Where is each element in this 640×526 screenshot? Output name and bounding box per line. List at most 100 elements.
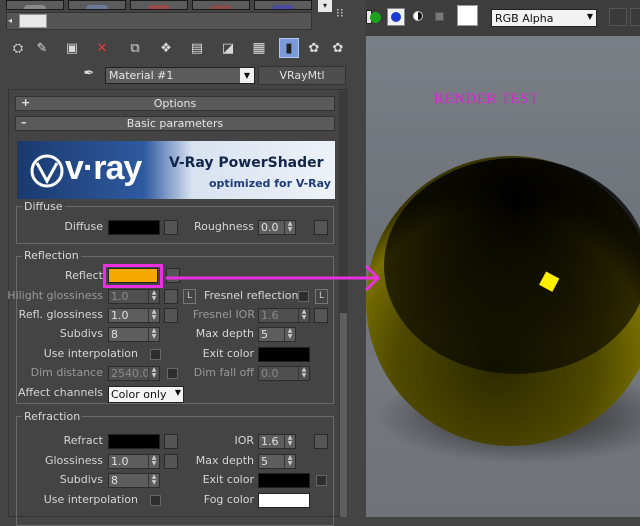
monochrome-icon[interactable] xyxy=(435,12,444,21)
channel-dropdown[interactable]: RGB Alpha ▼ xyxy=(491,9,597,27)
sample-slot-3[interactable] xyxy=(130,0,188,10)
options-rollout-header[interactable]: + Options xyxy=(15,96,335,111)
side-toolbar-arrow[interactable]: ▾ xyxy=(318,0,332,12)
ior-label: IOR xyxy=(234,434,254,447)
reflection-exit-color-swatch[interactable] xyxy=(258,347,310,362)
put-to-library-icon[interactable]: ▤ xyxy=(187,38,207,58)
diffuse-group-title: Diffuse xyxy=(22,200,65,213)
copy-material-icon[interactable]: ⧉ xyxy=(125,38,145,58)
refraction-group-title: Refraction xyxy=(22,410,83,423)
ior-spinner[interactable]: 1.6 ▲ ▼ xyxy=(258,434,296,449)
fresnel-ior-map-button[interactable] xyxy=(314,308,328,323)
material-id-icon[interactable]: ◪ xyxy=(218,38,238,58)
fog-color-swatch[interactable] xyxy=(258,493,310,508)
refraction-exit-color-swatch[interactable] xyxy=(258,473,310,488)
channel-value: RGB Alpha xyxy=(495,12,554,25)
hilight-map-button[interactable] xyxy=(164,289,178,304)
vray-banner: v·ray V-Ray PowerShader optimized for V-… xyxy=(17,141,335,199)
basic-parameters-rollout-header[interactable]: – Basic parameters xyxy=(15,116,335,131)
refraction-max-depth-spinner[interactable]: 5 ▲ ▼ xyxy=(258,454,296,469)
subdivs-label: Subdivs xyxy=(59,327,103,340)
green-channel-icon[interactable] xyxy=(370,12,381,23)
chevron-down-icon[interactable]: ▼ xyxy=(587,12,593,21)
alpha-channel-icon[interactable] xyxy=(413,11,423,21)
chevron-down-icon[interactable]: ▼ xyxy=(240,68,254,83)
sample-slot-5[interactable] xyxy=(254,0,312,10)
material-type-button[interactable]: VRayMtl xyxy=(258,66,346,85)
slots-scrollbar[interactable]: ◂ xyxy=(6,12,312,30)
blue-channel-button[interactable] xyxy=(387,8,405,26)
dim-distance-spinner[interactable]: 2540.0 ▲ ▼ xyxy=(108,366,160,381)
fresnel-reflections-checkbox[interactable] xyxy=(298,291,309,302)
refraction-exit-color-checkbox[interactable] xyxy=(316,475,327,486)
clear-color-swatch[interactable] xyxy=(457,5,478,26)
dim-falloff-spinner[interactable]: 0.0 ▲ ▼ xyxy=(258,366,310,381)
material-name-field[interactable]: Material #1 ▼ xyxy=(105,67,255,84)
rendered-image: RENDER TEST xyxy=(366,36,640,517)
go-forward-icon[interactable]: ✿ xyxy=(328,38,348,58)
reflection-max-depth-spinner[interactable]: 5 ▲ ▼ xyxy=(258,327,296,342)
rollout-scroll-thumb[interactable] xyxy=(340,313,347,517)
scroll-left-icon[interactable]: ◂ xyxy=(8,14,18,28)
reflect-label: Reflect xyxy=(65,269,103,282)
get-material-icon[interactable]: ⛭ xyxy=(8,38,28,58)
hilight-glossiness-label: Hilight glossiness xyxy=(7,289,103,302)
refraction-glossiness-spinner[interactable]: 1.0 ▲ ▼ xyxy=(108,454,160,469)
blue-channel-icon xyxy=(391,12,401,22)
sample-slots xyxy=(0,0,340,12)
refraction-max-depth-label: Max depth xyxy=(195,454,254,467)
reset-icon[interactable]: ✕ xyxy=(92,38,112,58)
diffuse-map-button[interactable] xyxy=(164,220,178,235)
show-end-result-icon[interactable]: ▮ xyxy=(279,38,299,58)
diffuse-color-swatch[interactable] xyxy=(108,220,160,235)
fresnel-ior-label: Fresnel IOR xyxy=(192,308,255,321)
put-material-icon[interactable]: ✎ xyxy=(32,38,52,58)
show-map-icon[interactable]: ▦ xyxy=(249,38,269,58)
refraction-use-interpolation-label: Use interpolation xyxy=(43,493,138,506)
fresnel-lock-button[interactable]: L xyxy=(315,289,328,304)
refract-color-swatch[interactable] xyxy=(108,434,160,449)
fresnel-ior-spinner[interactable]: 1.6 ▲ ▼ xyxy=(258,308,310,323)
sample-slot-1[interactable] xyxy=(6,0,64,10)
collapse-icon: – xyxy=(21,116,27,129)
material-name: Material #1 xyxy=(109,69,174,82)
refract-map-button[interactable] xyxy=(164,434,178,449)
reflection-use-interpolation-checkbox[interactable] xyxy=(150,349,161,360)
affect-channels-value: Color only xyxy=(111,388,167,401)
go-to-parent-icon[interactable]: ✿ xyxy=(304,38,324,58)
sample-slot-4[interactable] xyxy=(192,0,250,10)
roughness-spinner[interactable]: 0.0 ▲ ▼ xyxy=(258,220,296,235)
rollout-scrollbar[interactable] xyxy=(339,91,348,517)
side-tool-icon[interactable]: ⁝⁝ xyxy=(336,6,352,22)
split-view-toggle[interactable] xyxy=(630,8,640,26)
fresnel-reflections-text: Fresnel reflections xyxy=(204,289,305,302)
chevron-down-icon[interactable]: ▼ xyxy=(175,388,181,397)
glossiness-label: Glossiness xyxy=(44,454,103,467)
refraction-glossiness-map-button[interactable] xyxy=(164,454,178,469)
dim-distance-checkbox[interactable] xyxy=(167,368,178,379)
refl-glossiness-spinner[interactable]: 1.0 ▲ ▼ xyxy=(108,308,160,323)
make-unique-icon[interactable]: ❖ xyxy=(156,38,176,58)
refl-glossiness-map-button[interactable] xyxy=(164,308,178,323)
assign-material-icon[interactable]: ▣ xyxy=(62,38,82,58)
hilight-lock-button[interactable]: L xyxy=(183,289,196,304)
pick-material-icon[interactable]: ✒ xyxy=(80,66,98,84)
render-toolbar: RGB Alpha ▼ xyxy=(366,0,640,36)
roughness-map-button[interactable] xyxy=(314,220,328,235)
basic-parameters-label: Basic parameters xyxy=(126,117,224,130)
render-frame-window: RGB Alpha ▼ RENDER TEST xyxy=(366,0,640,517)
reflect-color-swatch[interactable] xyxy=(108,268,158,283)
affect-channels-dropdown[interactable]: Color only ▼ xyxy=(108,386,184,403)
roughness-label: Roughness xyxy=(193,220,254,233)
vray-logo-text: v·ray xyxy=(65,149,142,187)
hilight-glossiness-spinner[interactable]: 1.0 ▲ ▼ xyxy=(108,289,160,304)
refraction-subdivs-spinner[interactable]: 8 ▲ ▼ xyxy=(108,473,160,488)
ior-map-button[interactable] xyxy=(314,434,328,449)
fog-color-label: Fog color xyxy=(203,493,254,506)
slots-scroll-thumb[interactable] xyxy=(19,14,47,28)
sample-slot-2[interactable] xyxy=(68,0,126,10)
reflect-map-button[interactable] xyxy=(166,268,180,283)
display-correction-toggle[interactable] xyxy=(609,8,627,26)
reflection-subdivs-spinner[interactable]: 8 ▲ ▼ xyxy=(108,327,160,342)
refraction-use-interpolation-checkbox[interactable] xyxy=(150,495,161,506)
